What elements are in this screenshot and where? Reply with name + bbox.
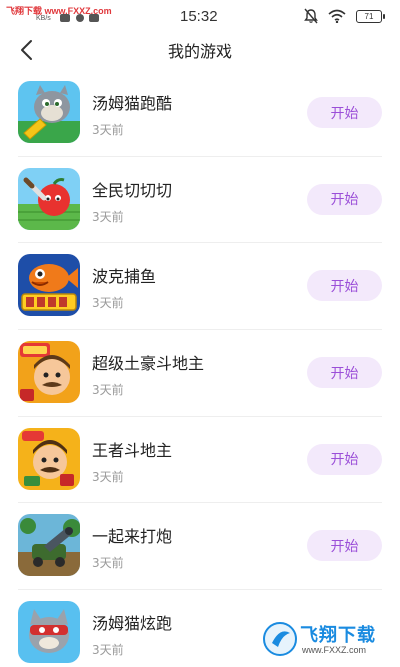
list-item[interactable]: 王者斗地主 3天前 开始 — [18, 417, 382, 504]
status-bar: 飞翔下载 www.FXXZ.com KB/s 15:32 71 — [0, 0, 400, 30]
start-button[interactable]: 开始 — [307, 270, 382, 302]
watermark-logo-icon — [263, 622, 297, 656]
mute-bell-icon — [304, 8, 318, 24]
page-title: 我的游戏 — [167, 42, 232, 61]
start-button[interactable]: 开始 — [307, 443, 382, 475]
wifi-icon — [328, 9, 346, 23]
game-icon-tom-hero — [18, 601, 80, 664]
last-played: 3天前 — [92, 209, 124, 224]
start-button[interactable]: 开始 — [307, 97, 382, 128]
game-name: 汤姆猫跑酷 — [92, 94, 173, 113]
clock: 15:32 — [180, 8, 218, 25]
game-name: 一起来打炮 — [92, 527, 173, 547]
last-played: 3天前 — [92, 296, 124, 311]
start-button[interactable]: 开始 — [307, 183, 382, 215]
game-icon-fishing — [18, 254, 80, 317]
list-item[interactable]: 一起来打炮 3天前 开始 — [18, 503, 382, 591]
last-played: 3天前 — [92, 123, 124, 137]
list-item[interactable]: 全民切切切 3天前 开始 — [18, 157, 382, 244]
game-icon-cannon — [18, 514, 80, 577]
game-list: 汤姆猫跑酷 3天前 开始 全民切切切 3天前 开始 波克捕鱼 3天前 开始 超级… — [0, 70, 400, 667]
battery-level: 71 — [364, 11, 374, 21]
game-name: 汤姆猫炫跑 — [92, 614, 173, 634]
watermark-title: 飞翔下载 — [300, 625, 376, 645]
start-button[interactable]: 开始 — [307, 357, 382, 389]
game-name: 王者斗地主 — [92, 440, 173, 460]
game-name: 超级土豪斗地主 — [92, 354, 205, 374]
game-icon-fruit-cut — [18, 167, 80, 230]
game-icon-landlord-rich — [18, 341, 80, 404]
last-played: 3天前 — [92, 383, 124, 398]
header: 我的游戏 — [0, 30, 400, 70]
status-icons: 71 — [304, 8, 385, 24]
battery-indicator: 71 — [356, 9, 385, 23]
start-button[interactable]: 开始 — [307, 530, 382, 562]
last-played: 3天前 — [92, 556, 124, 571]
game-name: 全民切切切 — [92, 180, 173, 200]
list-item[interactable]: 汤姆猫跑酷 3天前 开始 — [18, 70, 382, 157]
list-item[interactable]: 超级土豪斗地主 3天前 开始 — [18, 330, 382, 417]
game-name: 波克捕鱼 — [92, 267, 157, 287]
last-played: 3天前 — [92, 643, 124, 658]
network-speed: KB/s — [36, 15, 51, 22]
site-watermark: 飞翔下载 www.FXXZ.com — [260, 617, 392, 661]
game-icon-king-landlord — [18, 427, 80, 490]
notification-icons — [60, 14, 99, 22]
game-icon-tom-runner — [18, 81, 80, 143]
watermark-url: www.FXXZ.com — [302, 645, 367, 655]
last-played: 3天前 — [92, 469, 124, 484]
list-item[interactable]: 波克捕鱼 3天前 开始 — [18, 243, 382, 331]
